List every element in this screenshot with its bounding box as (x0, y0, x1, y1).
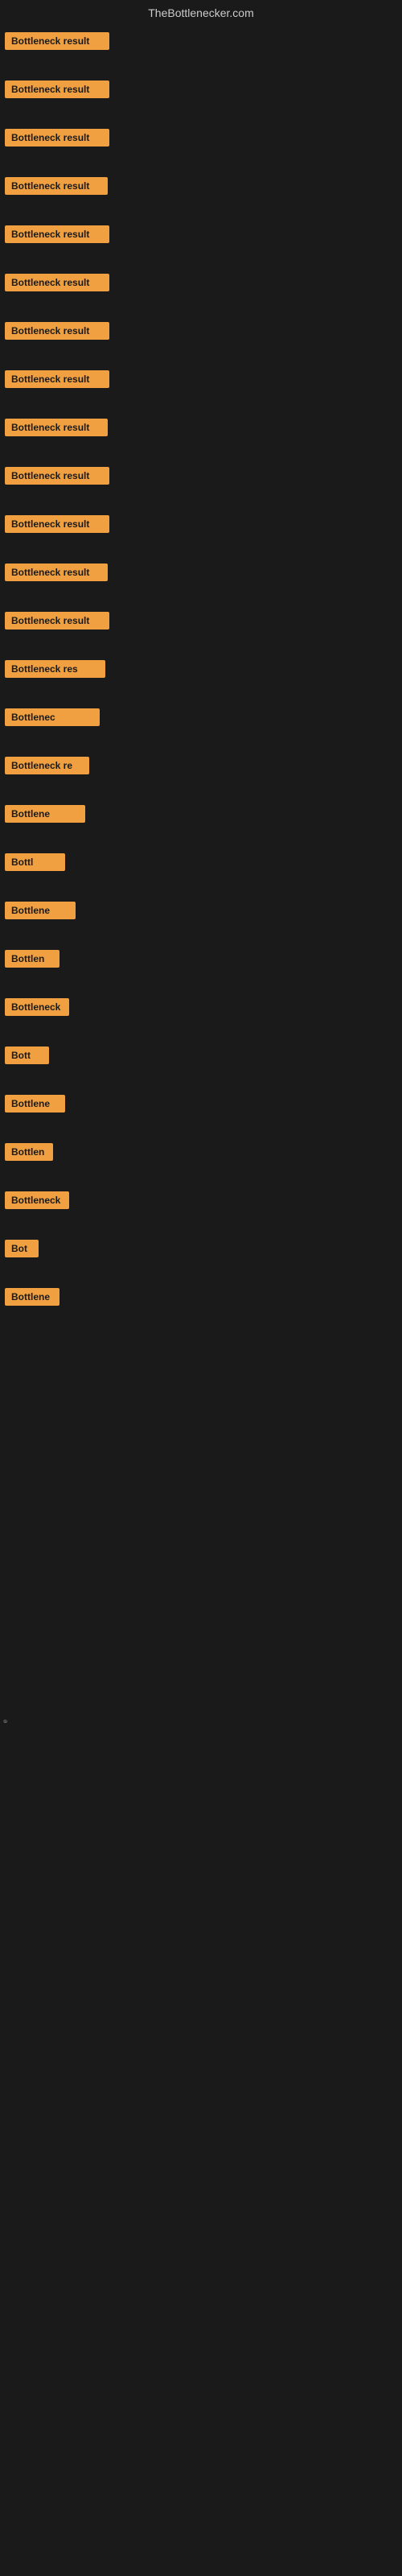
bottleneck-result-item[interactable]: Bottleneck result (5, 515, 109, 533)
bottleneck-result-item[interactable]: Bottleneck result (5, 612, 109, 630)
items-container: Bottleneck result Bottleneck result Bottle… (0, 29, 402, 1320)
bottleneck-result-item[interactable]: Bottlene (5, 1095, 65, 1113)
bottleneck-result-label: Bottleneck result (5, 177, 108, 195)
bottleneck-result-item[interactable]: Bottleneck result (5, 32, 109, 50)
list-item: Bottleneck result (2, 370, 402, 402)
list-item: Bottleneck result (2, 564, 402, 596)
bottleneck-result-label: Bottleneck result (5, 274, 109, 291)
bottleneck-result-label: Bottleneck result (5, 370, 109, 388)
list-item: Bottleneck result (2, 80, 402, 113)
bottleneck-result-label: Bottleneck re (5, 757, 89, 774)
bottleneck-result-label: Bottleneck result (5, 467, 109, 485)
list-item: Bottleneck result (2, 225, 402, 258)
list-item: Bottleneck (2, 998, 402, 1030)
bottleneck-result-item[interactable]: Bottleneck result (5, 564, 108, 581)
bottleneck-result-label: Bottleneck result (5, 322, 109, 340)
bottleneck-result-item[interactable]: Bott (5, 1046, 49, 1064)
bottleneck-result-item[interactable]: Bottlenec (5, 708, 100, 726)
bottleneck-result-label: Bottleneck (5, 998, 69, 1016)
bottleneck-result-item[interactable]: Bottlene (5, 902, 76, 919)
site-title: TheBottlenecker.com (148, 6, 254, 19)
bottleneck-result-label: Bottleneck res (5, 660, 105, 678)
list-item: Bottleneck (2, 1191, 402, 1224)
list-item: Bottleneck result (2, 32, 402, 64)
bottleneck-result-label: Bottleneck result (5, 225, 109, 243)
bottleneck-result-item[interactable]: Bottlene (5, 805, 85, 823)
site-header: TheBottlenecker.com (0, 0, 402, 29)
bottleneck-result-item[interactable]: Bottleneck result (5, 225, 109, 243)
bottleneck-result-item[interactable]: Bottl (5, 853, 65, 871)
list-item: Bottlene (2, 1095, 402, 1127)
bottleneck-result-item[interactable]: Bottleneck result (5, 322, 109, 340)
bottleneck-result-item[interactable]: Bottleneck result (5, 129, 109, 147)
bottleneck-result-item[interactable]: Bottleneck (5, 998, 69, 1016)
bottleneck-result-label: Bot (5, 1240, 39, 1257)
list-item: Bottleneck result (2, 515, 402, 547)
list-item: Bottleneck result (2, 129, 402, 161)
bottleneck-result-label: Bottlene (5, 1288, 59, 1306)
bottleneck-result-item[interactable]: Bottlen (5, 1143, 53, 1161)
bottleneck-result-item[interactable]: Bottleneck result (5, 370, 109, 388)
bottleneck-result-item[interactable]: Bottleneck result (5, 80, 109, 98)
list-item: Bottleneck result (2, 322, 402, 354)
bottleneck-result-label: Bottleneck (5, 1191, 69, 1209)
list-item: Bottl (2, 853, 402, 886)
bottleneck-result-label: Bottl (5, 853, 65, 871)
bottleneck-result-label: Bottlen (5, 1143, 53, 1161)
bottleneck-result-item[interactable]: Bottlen (5, 950, 59, 968)
bottleneck-result-label: Bottleneck result (5, 419, 108, 436)
list-item: Bottleneck re (2, 757, 402, 789)
bottleneck-result-item[interactable]: Bottleneck re (5, 757, 89, 774)
bottleneck-result-label: Bottlene (5, 902, 76, 919)
bottleneck-result-label: Bottlene (5, 805, 85, 823)
list-item: Bottlene (2, 1288, 402, 1320)
bottleneck-result-label: Bottleneck result (5, 80, 109, 98)
list-item: Bottleneck result (2, 612, 402, 644)
list-item: Bottlene (2, 805, 402, 837)
bottleneck-result-label: Bott (5, 1046, 49, 1064)
list-item: Bott (2, 1046, 402, 1079)
bottleneck-result-label: Bottleneck result (5, 564, 108, 581)
list-item: Bottleneck res (2, 660, 402, 692)
bottleneck-result-label: Bottlenec (5, 708, 100, 726)
list-item: Bot (2, 1240, 402, 1272)
bottom-section: e (0, 1336, 402, 2061)
list-item: Bottleneck result (2, 274, 402, 306)
list-item: Bottlenec (2, 708, 402, 741)
bottleneck-result-item[interactable]: Bottleneck result (5, 467, 109, 485)
bottleneck-result-item[interactable]: Bottleneck result (5, 274, 109, 291)
bottleneck-result-item[interactable]: Bottleneck result (5, 419, 108, 436)
list-item: Bottleneck result (2, 177, 402, 209)
list-item: Bottlen (2, 1143, 402, 1175)
bottleneck-result-label: Bottleneck result (5, 129, 109, 147)
tiny-label: e (2, 1719, 9, 1723)
bottleneck-result-item[interactable]: Bottleneck (5, 1191, 69, 1209)
bottleneck-result-label: Bottlene (5, 1095, 65, 1113)
bottleneck-result-item[interactable]: Bottleneck res (5, 660, 105, 678)
bottleneck-result-label: Bottleneck result (5, 32, 109, 50)
bottleneck-result-label: Bottleneck result (5, 515, 109, 533)
list-item: Bottleneck result (2, 419, 402, 451)
bottleneck-result-label: Bottlen (5, 950, 59, 968)
bottleneck-result-item[interactable]: Bottleneck result (5, 177, 108, 195)
list-item: Bottlen (2, 950, 402, 982)
bottleneck-result-item[interactable]: Bottlene (5, 1288, 59, 1306)
bottleneck-result-label: Bottleneck result (5, 612, 109, 630)
bottleneck-result-item[interactable]: Bot (5, 1240, 39, 1257)
list-item: Bottlene (2, 902, 402, 934)
list-item: Bottleneck result (2, 467, 402, 499)
